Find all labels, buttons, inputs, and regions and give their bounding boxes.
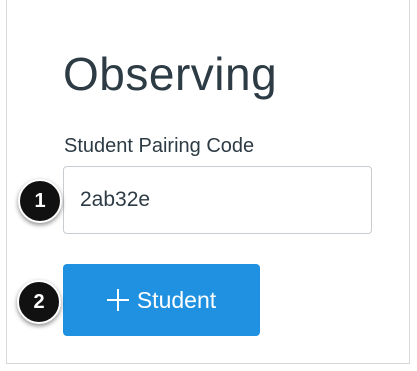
plus-icon	[106, 289, 129, 311]
pairing-code-label: Student Pairing Code	[64, 135, 255, 157]
add-student-button[interactable]: Student	[63, 264, 260, 336]
page-title: Observing	[63, 48, 278, 100]
pairing-code-input[interactable]	[63, 166, 372, 234]
step-1-badge: 1	[18, 179, 62, 223]
step-2-badge: 2	[17, 280, 61, 324]
add-student-label: Student	[136, 286, 217, 313]
